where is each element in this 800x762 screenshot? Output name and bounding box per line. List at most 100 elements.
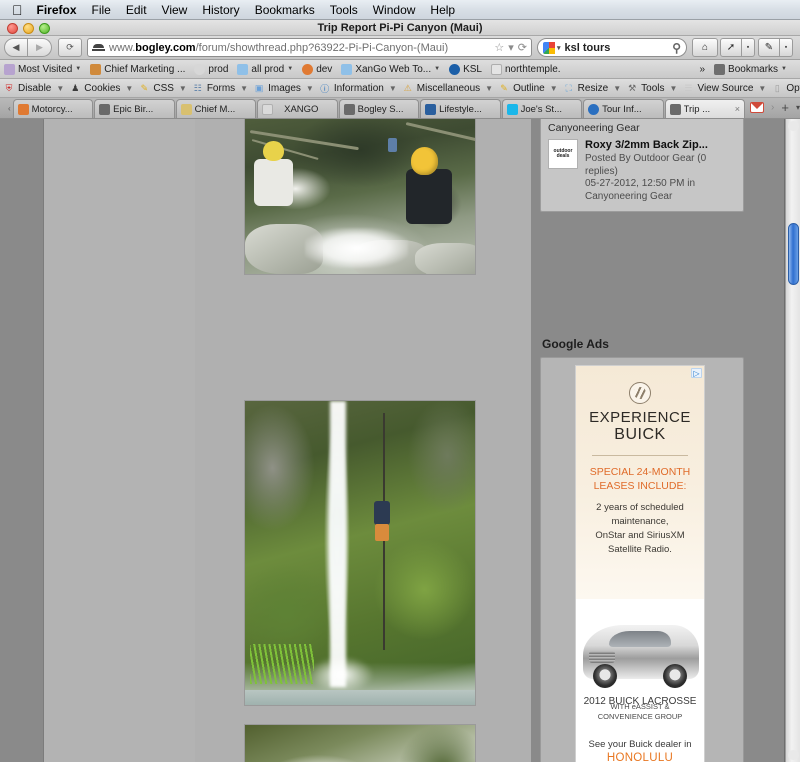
menu-item-tools[interactable]: Tools (330, 3, 358, 17)
close-icon[interactable]: × (735, 104, 740, 114)
cascade-pool-photo[interactable] (244, 724, 476, 762)
menu-item-bookmarks[interactable]: Bookmarks (255, 3, 315, 17)
download-icon[interactable]: ➚ (720, 38, 742, 57)
chevron-down-icon[interactable]: ▼ (670, 84, 678, 93)
tab-epic-bird[interactable]: Epic Bir... (94, 99, 175, 118)
download-split-button: ➚ ▪ (720, 38, 755, 57)
reload-stop-button[interactable]: ⟳ (58, 38, 82, 57)
devtool-images[interactable]: ▣ Images ▼ (253, 82, 314, 94)
scrollbar-track-bottom[interactable] (788, 750, 799, 760)
menu-item-window[interactable]: Window (373, 3, 416, 17)
bookmark-northtemple[interactable]: northtemple. (490, 63, 561, 75)
tab-label: Chief M... (194, 103, 236, 115)
devtool-view-source[interactable]: ☰ View Source ▼ (682, 82, 766, 94)
lifestyle-favicon (425, 103, 437, 115)
ad-headline-line1: EXPERIENCE (589, 409, 691, 426)
chevron-down-icon[interactable]: ▪ (780, 38, 793, 57)
bookmark-dev[interactable]: dev (302, 63, 332, 75)
devtool-resize[interactable]: ⛶ Resize ▼ (563, 82, 622, 94)
scrollbar-track-top[interactable] (788, 121, 799, 131)
reload-icon[interactable]: ⟳ (518, 41, 527, 54)
tab-lifestyle[interactable]: Lifestyle... (420, 99, 501, 118)
url-bar[interactable]: www.bogley.com/forum/showthread.php?6392… (87, 38, 532, 57)
devtool-options[interactable]: ▯ Options (771, 82, 800, 94)
canyoneers-in-pool-photo[interactable] (244, 119, 476, 275)
tab-tour-info[interactable]: Tour Inf... (583, 99, 664, 118)
adchoices-icon[interactable]: ▷ (691, 368, 702, 378)
chevron-down-icon[interactable]: ▼ (389, 84, 397, 93)
chevron-down-icon[interactable]: ▪ (742, 38, 755, 57)
waterfall-rappel-photo[interactable] (244, 400, 476, 706)
tab-scroll-right-icon[interactable]: › (771, 102, 774, 113)
chevron-down-icon[interactable]: ▼ (75, 66, 81, 72)
tab-trip-report[interactable]: Trip ... × (664, 99, 746, 118)
chevron-down-icon[interactable]: ▼ (550, 84, 558, 93)
devtool-label: Cookies (84, 82, 121, 94)
star-icon[interactable]: ☆ (494, 41, 504, 54)
menu-item-help[interactable]: Help (430, 3, 455, 17)
pool-decor (245, 689, 475, 705)
minimize-window-button[interactable] (23, 23, 34, 34)
menu-item-history[interactable]: History (202, 3, 239, 17)
bookmarks-overflow-button[interactable]: » (699, 64, 705, 75)
devtool-css[interactable]: ✎ CSS ▼ (138, 82, 187, 94)
buick-ad[interactable]: ▷ EXPERIENCE BUICK SPECIAL 24-MONTH LEAS… (575, 365, 705, 762)
magnifier-icon[interactable]: ⚲ (672, 41, 681, 55)
tab-joes-stuff[interactable]: Joe's St... (501, 99, 583, 118)
bookmark-all-prod[interactable]: all prod ▼ (237, 63, 293, 75)
chevron-down-icon[interactable]: ▼ (287, 66, 293, 72)
chevron-down-icon[interactable]: ▼ (485, 84, 493, 93)
search-input[interactable]: ksl tours (565, 42, 611, 54)
chevron-down-icon[interactable]: ▼ (434, 66, 440, 72)
bookmark-ksl[interactable]: KSL (449, 63, 482, 75)
thread-title-link[interactable]: Roxy 3/2mm Back Zip... (585, 139, 736, 151)
bookmark-xango-web-tools[interactable]: XanGo Web To... ▼ (341, 63, 440, 75)
apple-logo-icon[interactable]:  (12, 3, 23, 17)
menu-item-firefox[interactable]: Firefox (37, 3, 77, 17)
rock-decor (415, 243, 475, 274)
tab-bogley-site[interactable]: Bogley S... (338, 99, 420, 118)
new-tab-button[interactable]: + (781, 100, 789, 115)
tab-motorcycle[interactable]: Motorcy... (12, 99, 94, 118)
chevron-down-icon[interactable]: ▼ (758, 84, 766, 93)
bookmarks-menu-button[interactable]: Bookmarks ▼ (714, 63, 787, 75)
clip-icon[interactable]: ✎ (758, 38, 780, 57)
mail-icon[interactable] (750, 102, 765, 113)
bookmark-prod[interactable]: prod (194, 63, 228, 75)
page-scroll-thumb[interactable] (788, 223, 799, 285)
menu-item-view[interactable]: View (162, 3, 188, 17)
back-button[interactable]: ◀ (4, 38, 28, 57)
devtool-tools[interactable]: ⚒ Tools ▼ (626, 82, 677, 94)
chevron-down-icon[interactable]: ▼ (240, 84, 248, 93)
bookmark-chief-marketing[interactable]: Chief Marketing ... (90, 63, 185, 75)
bookmark-most-visited[interactable]: Most Visited ▼ (4, 63, 81, 75)
devtool-cookies[interactable]: ♟ Cookies ▼ (69, 82, 133, 94)
chevron-down-icon[interactable]: ▾ (557, 44, 561, 52)
home-button[interactable]: ⌂ (692, 38, 718, 57)
chevron-down-icon[interactable]: ▼ (56, 84, 64, 93)
google-icon[interactable] (543, 41, 555, 54)
devtool-information[interactable]: ⓘ Information ▼ (319, 82, 397, 94)
photo-content (245, 401, 475, 705)
chevron-down-icon[interactable]: ▼ (125, 84, 133, 93)
forward-button[interactable]: ▶ (28, 38, 52, 57)
devtool-outline[interactable]: ✎ Outline ▼ (498, 82, 558, 94)
tab-xango[interactable]: XANGO (257, 99, 338, 118)
chevron-down-icon[interactable]: ▼ (306, 84, 314, 93)
tab-scroll-left-icon[interactable]: ‹ (8, 104, 11, 113)
zoom-window-button[interactable] (39, 23, 50, 34)
chevron-down-icon[interactable]: ▼ (179, 84, 187, 93)
menu-item-edit[interactable]: Edit (126, 3, 147, 17)
search-bar[interactable]: ▾ ksl tours ⚲ (537, 38, 687, 57)
devtool-miscellaneous[interactable]: ⚠ Miscellaneous ▼ (402, 82, 493, 94)
page-scrollbar[interactable] (785, 119, 800, 762)
tab-chief-marketing[interactable]: Chief M... (175, 99, 257, 118)
chevron-down-icon[interactable]: ▼ (613, 84, 621, 93)
chevron-down-icon[interactable]: ▾ (508, 41, 514, 54)
devtool-disable[interactable]: ⛨ Disable ▼ (3, 82, 65, 94)
close-window-button[interactable] (7, 23, 18, 34)
devtool-forms[interactable]: ☷ Forms ▼ (192, 82, 248, 94)
tab-list-icon[interactable]: ▾ (796, 103, 800, 112)
chevron-down-icon[interactable]: ▼ (781, 66, 787, 72)
menu-item-file[interactable]: File (92, 3, 111, 17)
